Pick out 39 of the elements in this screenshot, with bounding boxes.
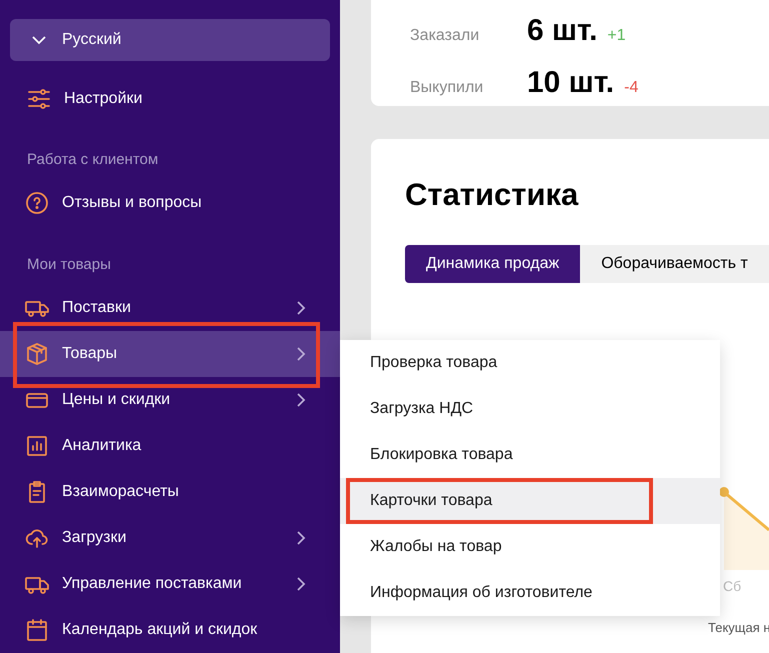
sidebar-item[interactable]: Календарь акций и скидок <box>0 607 340 653</box>
box-icon <box>25 342 49 366</box>
section-title: Работа с клиентом <box>26 150 160 170</box>
stat-label: Заказали <box>410 26 480 46</box>
menu-item[interactable]: Информация об изготовителе <box>340 570 720 616</box>
section-title: Мои товары <box>26 255 112 275</box>
stat-delta: -4 <box>624 78 638 98</box>
axis-label: Сб <box>723 577 742 596</box>
sidebar-item[interactable]: Взаиморасчеты <box>0 469 340 515</box>
sidebar-item[interactable]: Товары <box>0 331 340 377</box>
stat-value: 6 шт. <box>527 13 598 49</box>
sidebar-item[interactable]: Отзывы и вопросы <box>0 180 340 226</box>
calendar-icon <box>25 618 49 642</box>
sidebar-item[interactable]: Загрузки <box>0 515 340 561</box>
chevron-right-icon <box>296 346 306 362</box>
tab[interactable]: Оборачиваемость т <box>580 245 769 283</box>
question-icon <box>25 191 49 215</box>
sliders-icon <box>27 87 51 111</box>
chevron-down-icon <box>32 36 46 44</box>
stat-label: Выкупили <box>410 78 484 98</box>
tab[interactable]: Динамика продаж <box>405 245 580 283</box>
chevron-right-icon <box>296 576 306 592</box>
sidebar-item[interactable]: Аналитика <box>0 423 340 469</box>
chevron-right-icon <box>296 300 306 316</box>
chevron-right-icon <box>296 392 306 408</box>
menu-item[interactable]: Проверка товара <box>340 340 720 386</box>
language-dropdown[interactable]: Русский <box>10 19 330 61</box>
chevron-right-icon <box>296 530 306 546</box>
sidebar-item[interactable]: Цены и скидки <box>0 377 340 423</box>
menu-item[interactable]: Жалобы на товар <box>340 524 720 570</box>
menu-item[interactable]: Загрузка НДС <box>340 386 720 432</box>
sidebar-item[interactable]: Настройки <box>0 78 340 120</box>
sidebar-item[interactable]: Поставки <box>0 285 340 331</box>
section-heading: Статистика <box>405 176 580 214</box>
chart-icon <box>25 434 49 458</box>
stat-value: 10 шт. <box>527 65 614 101</box>
menu-item[interactable]: Блокировка товара <box>340 432 720 478</box>
stat-delta: +1 <box>607 26 626 46</box>
sidebar-item[interactable]: Управление поставками <box>0 561 340 607</box>
